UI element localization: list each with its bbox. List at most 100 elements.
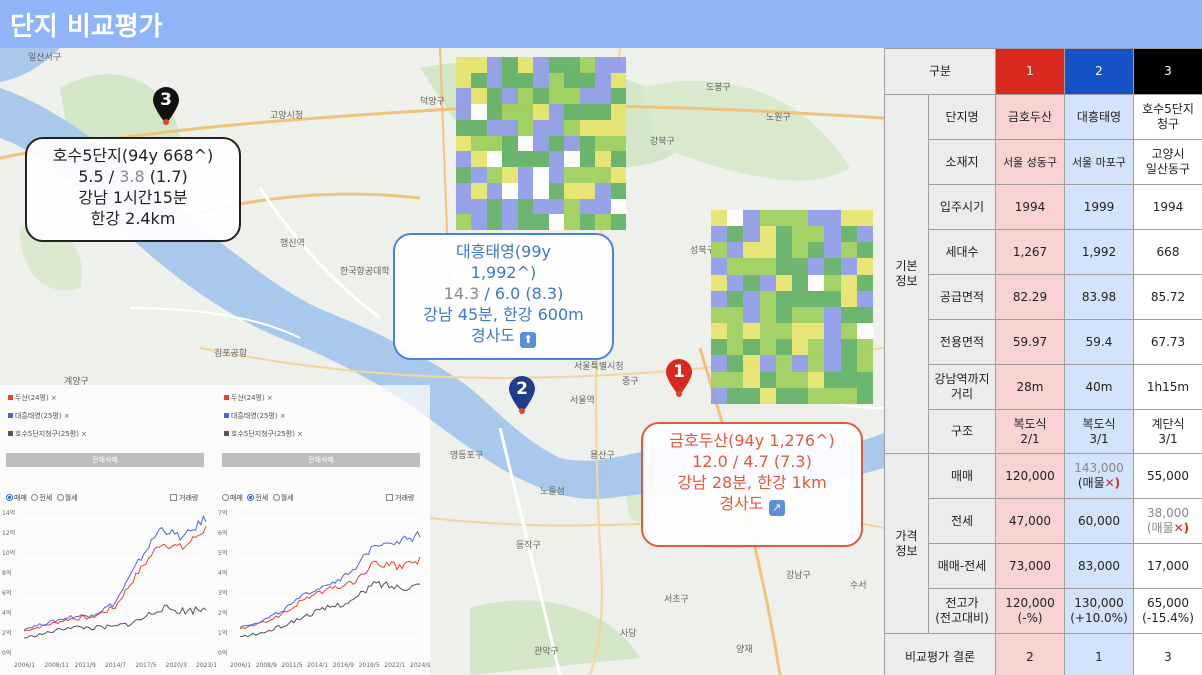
- heatmap-cell: [564, 135, 580, 152]
- complex-3-pin[interactable]: 3: [151, 86, 181, 126]
- complex-1-pin[interactable]: 1: [664, 358, 694, 398]
- heatmap-cell: [727, 290, 744, 307]
- heatmap-cell: [610, 214, 626, 230]
- heatmap-cell: [743, 210, 760, 227]
- slope-heatmap-east: [711, 210, 873, 404]
- heatmap-cell: [564, 198, 580, 215]
- series-line: [239, 580, 421, 638]
- heatmap-cell: [579, 88, 596, 105]
- heatmap-cell: [533, 214, 549, 230]
- cell: 668: [1133, 229, 1202, 275]
- legend-item[interactable]: 두산(24평) ×: [8, 393, 57, 403]
- heatmap-cell: [610, 104, 626, 120]
- cell: 120,000 (-%): [995, 588, 1065, 634]
- complex-2-pin[interactable]: 2: [507, 375, 537, 415]
- y-tick-label: 8억: [2, 569, 11, 577]
- deal-type-radio-group[interactable]: 매매 전세 월세: [6, 493, 78, 503]
- heatmap-cell: [775, 242, 792, 259]
- x-tick-label: 2014/1: [307, 662, 328, 669]
- x-tick-label: 2020/3: [166, 662, 187, 669]
- volume-checkbox[interactable]: 거래량: [170, 493, 198, 503]
- heatmap-cell: [792, 290, 809, 307]
- legend-item[interactable]: 대흥태영(25평) ×: [8, 411, 70, 421]
- heatmap-cell: [471, 182, 487, 199]
- place-label: 영등포구: [450, 451, 484, 461]
- heatmap-cell: [517, 72, 534, 89]
- heatmap-cell: [517, 104, 534, 120]
- heatmap-cell: [759, 323, 776, 340]
- heatmap-cell: [502, 214, 518, 230]
- legend-item[interactable]: 호수5단지청구(25평) ×: [8, 429, 87, 439]
- heatmap-cell: [840, 258, 857, 275]
- heatmap-cell: [856, 355, 873, 372]
- heatmap-cell: [548, 57, 565, 73]
- heatmap-cell: [711, 226, 728, 243]
- heatmap-cell: [548, 182, 565, 199]
- volume-checkbox[interactable]: 거래량: [386, 493, 414, 503]
- heatmap-cell: [486, 151, 503, 168]
- heatmap-cell: [533, 198, 549, 215]
- cell: 대흥태영: [1064, 94, 1134, 140]
- map-view[interactable]: 일산서구 고양시청 덕양구 도봉구 노원구 강북구 성북구 행신역 한국항공대학…: [0, 48, 884, 675]
- heatmap-cell: [502, 88, 518, 105]
- heatmap-cell: [840, 355, 857, 372]
- place-label: 노원구: [766, 113, 791, 123]
- heatmap-cell: [824, 339, 841, 356]
- cell: 17,000: [1133, 543, 1202, 589]
- radio-monthly[interactable]: [56, 494, 64, 501]
- heatmap-cell: [792, 387, 809, 404]
- heatmap-cell: [456, 72, 472, 89]
- heatmap-cell: [548, 214, 565, 230]
- pin-number: 3: [160, 90, 172, 110]
- y-tick-label: 1억: [218, 629, 227, 637]
- radio-label: 월세: [280, 494, 294, 502]
- legend-item[interactable]: 대흥태영(25평) ×: [224, 411, 286, 421]
- heatmap-cell: [711, 339, 728, 356]
- x-tick-label: 2016/9: [333, 662, 354, 669]
- cell: 1999: [1064, 184, 1134, 230]
- radio-jeonse[interactable]: [247, 494, 255, 501]
- heatmap-cell: [743, 274, 760, 291]
- deal-type-radio-group[interactable]: 매매 전세 월세: [222, 493, 294, 503]
- heatmap-cell: [711, 355, 728, 372]
- heatmap-cell: [517, 214, 534, 230]
- heatmap-cell: [595, 182, 611, 199]
- place-label: 서울역: [570, 396, 595, 406]
- heatmap-cell: [775, 387, 792, 404]
- radio-sale[interactable]: [222, 494, 229, 501]
- y-tick-label: 4억: [218, 569, 227, 577]
- heatmap-cell: [502, 167, 518, 183]
- reset-all-button[interactable]: 전체삭제: [6, 453, 204, 467]
- place-label: 덕양구: [420, 97, 445, 107]
- x-tick-label: 2023/1: [196, 662, 216, 669]
- reset-all-button[interactable]: 전체삭제: [222, 453, 420, 467]
- heatmap-cell: [456, 198, 472, 215]
- heatmap-cell: [548, 198, 565, 215]
- y-tick-label: 4억: [2, 609, 11, 617]
- cell: 143,000 (매물✕): [1064, 453, 1134, 499]
- heatmap-cell: [824, 371, 841, 388]
- heatmap-cell: [759, 290, 776, 307]
- heatmap-cell: [759, 306, 776, 324]
- heatmap-cell: [502, 151, 518, 168]
- x-tick-label: 2024/9: [410, 662, 430, 669]
- radio-sale[interactable]: [6, 494, 13, 501]
- cell: 28m: [995, 364, 1065, 410]
- place-label: 노들섬: [540, 487, 565, 497]
- heatmap-cell: [759, 258, 776, 275]
- heatmap-cell: [486, 104, 503, 120]
- heatmap-cell: [743, 387, 760, 404]
- heatmap-cell: [808, 306, 825, 324]
- cell: 47,000: [995, 498, 1065, 544]
- heatmap-cell: [471, 88, 487, 105]
- heatmap-cell: [579, 135, 596, 152]
- radio-jeonse[interactable]: [31, 494, 39, 501]
- radio-monthly[interactable]: [272, 494, 280, 501]
- jeonse-price-line-chart: 0억 1억 2억 3억 4억 5억 6억 7억 2006/1 2008/9 2011/5 2014/1…: [218, 509, 430, 669]
- heatmap-cell: [564, 119, 580, 136]
- heatmap-cell: [792, 355, 809, 372]
- legend-item[interactable]: 호수5단지청구(25평) ×: [224, 429, 303, 439]
- legend-item[interactable]: 두산(24평) ×: [224, 393, 273, 403]
- row-label: 전용면적: [928, 319, 996, 365]
- heatmap-cell: [727, 355, 744, 372]
